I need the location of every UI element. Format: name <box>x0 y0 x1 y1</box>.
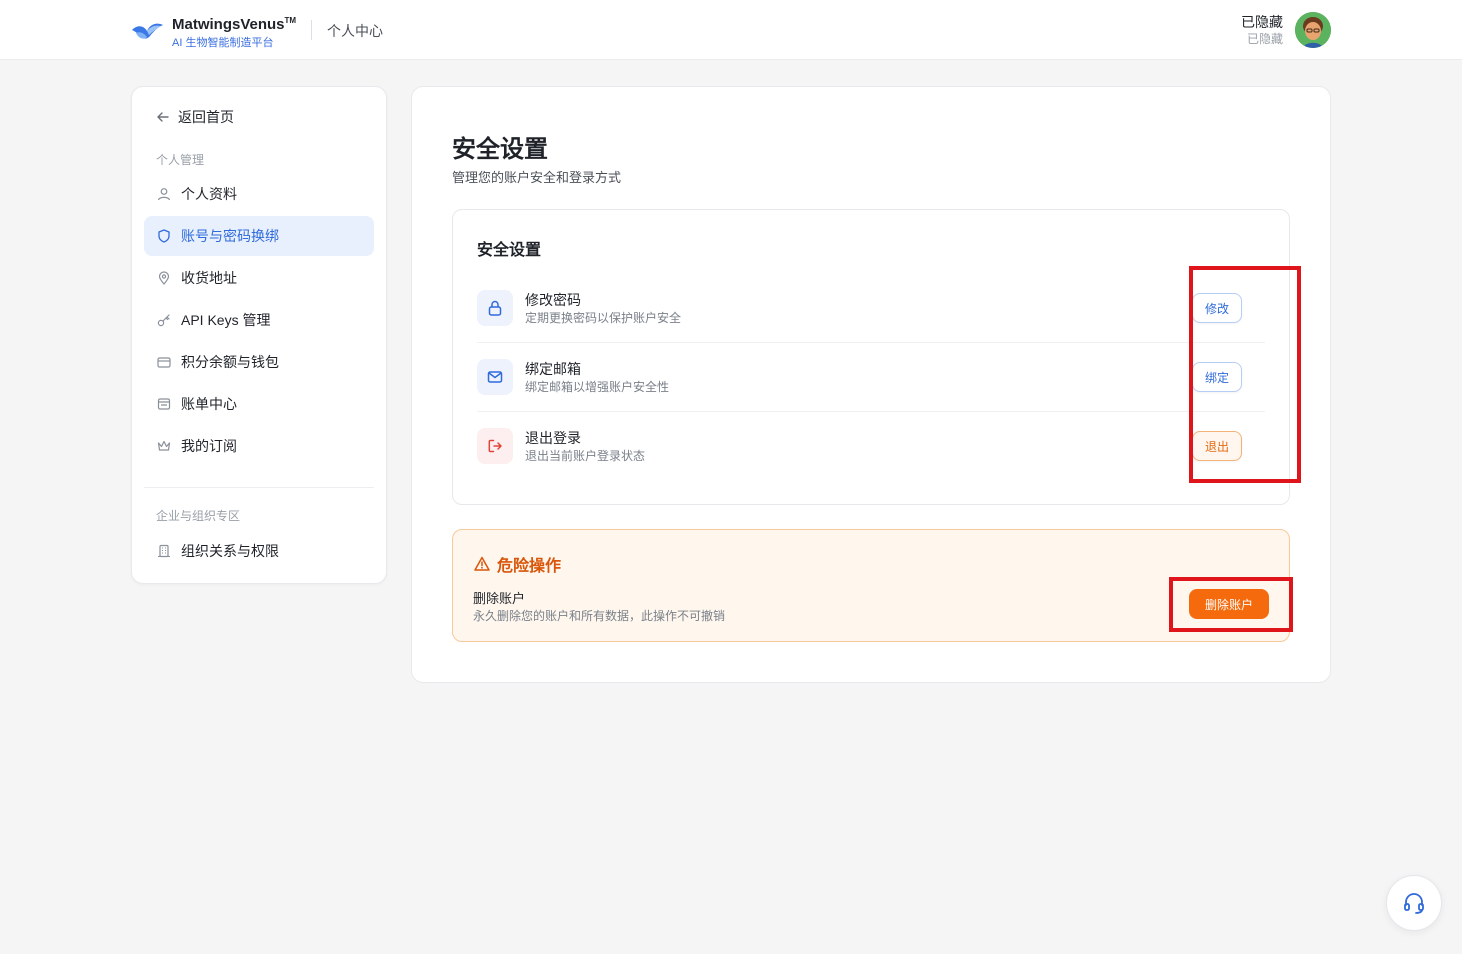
building-icon <box>158 544 170 558</box>
sidebar-divider <box>144 487 374 488</box>
sidebar-item-billing[interactable]: 账单中心 <box>144 384 374 424</box>
bird-logo-icon <box>132 23 163 39</box>
change-password-button[interactable]: 修改 <box>1192 293 1242 323</box>
back-home-link[interactable]: 返回首页 <box>156 107 234 127</box>
row-description: 定期更换密码以保护账户安全 <box>525 311 682 325</box>
section-label-org: 企业与组织专区 <box>156 509 241 523</box>
header-divider <box>311 20 312 40</box>
list-item-logout: 退出登录 退出当前账户登录状态 退出 <box>477 412 1265 481</box>
user-icon <box>157 188 171 201</box>
lock-icon <box>477 290 513 326</box>
sidebar-item-label: 积分余额与钱包 <box>181 354 279 370</box>
delete-account-title: 删除账户 <box>473 591 526 606</box>
brand-logo[interactable]: MatwingsVenusTM AI 生物智能制造平台 <box>130 12 296 50</box>
brand-subtitle: AI 生物智能制造平台 <box>172 37 274 49</box>
sidebar-item-label: 账单中心 <box>181 396 237 412</box>
list-item-change-password: 修改密码 定期更换密码以保护账户安全 修改 <box>477 274 1265 343</box>
sidebar-item-account-security[interactable]: 账号与密码换绑 <box>144 216 374 256</box>
brand-name: MatwingsVenusTM <box>172 16 297 33</box>
sidebar-item-profile[interactable]: 个人资料 <box>144 174 374 214</box>
sidebar-item-label: 组织关系与权限 <box>181 543 279 559</box>
user-name: 已隐藏 <box>1241 14 1283 30</box>
page-title: 安全设置 <box>452 136 548 163</box>
map-pin-icon <box>158 271 170 285</box>
sidebar-item-wallet[interactable]: 积分余额与钱包 <box>144 342 374 382</box>
user-info[interactable]: 已隐藏 已隐藏 <box>1241 13 1283 47</box>
bind-email-button[interactable]: 绑定 <box>1192 362 1242 392</box>
customer-support-button[interactable] <box>1386 875 1442 931</box>
avatar-face-icon <box>1295 12 1331 48</box>
sidebar-item-address[interactable]: 收货地址 <box>144 258 374 298</box>
user-subtitle: 已隐藏 <box>1246 32 1283 46</box>
list-item-bind-email: 绑定邮箱 绑定邮箱以增强账户安全性 绑定 <box>477 343 1265 412</box>
row-description: 退出当前账户登录状态 <box>525 449 646 463</box>
key-icon <box>157 314 170 327</box>
row-title: 绑定邮箱 <box>525 361 581 377</box>
delete-account-button[interactable]: 删除账户 <box>1189 589 1269 619</box>
credit-card-icon <box>157 357 171 368</box>
page-description: 管理您的账户安全和登录方式 <box>452 170 622 185</box>
crown-icon <box>157 440 171 451</box>
logout-button[interactable]: 退出 <box>1192 431 1242 461</box>
sidebar-item-label: 个人资料 <box>181 186 237 202</box>
bill-icon <box>157 398 171 410</box>
danger-zone-card: 危险操作 删除账户 永久删除您的账户和所有数据，此操作不可撤销 删除账户 <box>452 529 1290 642</box>
mail-icon <box>477 359 513 395</box>
sidebar: 返回首页 个人管理 个人资料 账号与密码换绑 收货地址 API Keys 管理 <box>131 86 387 584</box>
sidebar-item-label: API Keys 管理 <box>181 312 271 328</box>
sidebar-item-api-keys[interactable]: API Keys 管理 <box>144 300 374 340</box>
sidebar-item-label: 账号与密码换绑 <box>181 228 279 244</box>
row-title: 退出登录 <box>525 430 581 446</box>
section-label-personal: 个人管理 <box>156 153 205 167</box>
danger-zone-title: 危险操作 <box>473 552 561 576</box>
sidebar-item-label: 收货地址 <box>181 270 237 286</box>
logout-icon <box>477 428 513 464</box>
sidebar-item-organization[interactable]: 组织关系与权限 <box>144 531 374 571</box>
security-card-title: 安全设置 <box>477 242 542 259</box>
row-description: 绑定邮箱以增强账户安全性 <box>525 380 670 394</box>
row-title: 修改密码 <box>525 292 581 308</box>
back-home-label: 返回首页 <box>178 109 234 125</box>
arrow-left-icon <box>157 112 169 122</box>
warning-triangle-icon <box>474 556 490 571</box>
security-settings-card: 安全设置 修改密码 定期更换密码以保护账户安全 修改 绑定邮箱 绑定邮箱以增强账… <box>452 209 1290 505</box>
sidebar-item-subscription[interactable]: 我的订阅 <box>144 426 374 466</box>
avatar[interactable] <box>1295 12 1331 48</box>
main-panel: 安全设置 管理您的账户安全和登录方式 安全设置 修改密码 定期更换密码以保护账户… <box>411 86 1331 683</box>
headset-icon <box>1404 893 1424 914</box>
danger-zone-title-text: 危险操作 <box>497 558 562 575</box>
shield-icon <box>158 229 170 243</box>
delete-account-description: 永久删除您的账户和所有数据，此操作不可撤销 <box>473 609 726 623</box>
top-header: MatwingsVenusTM AI 生物智能制造平台 个人中心 已隐藏 已隐藏 <box>0 0 1462 60</box>
page-breadcrumb: 个人中心 <box>327 23 383 39</box>
sidebar-item-label: 我的订阅 <box>181 438 237 454</box>
